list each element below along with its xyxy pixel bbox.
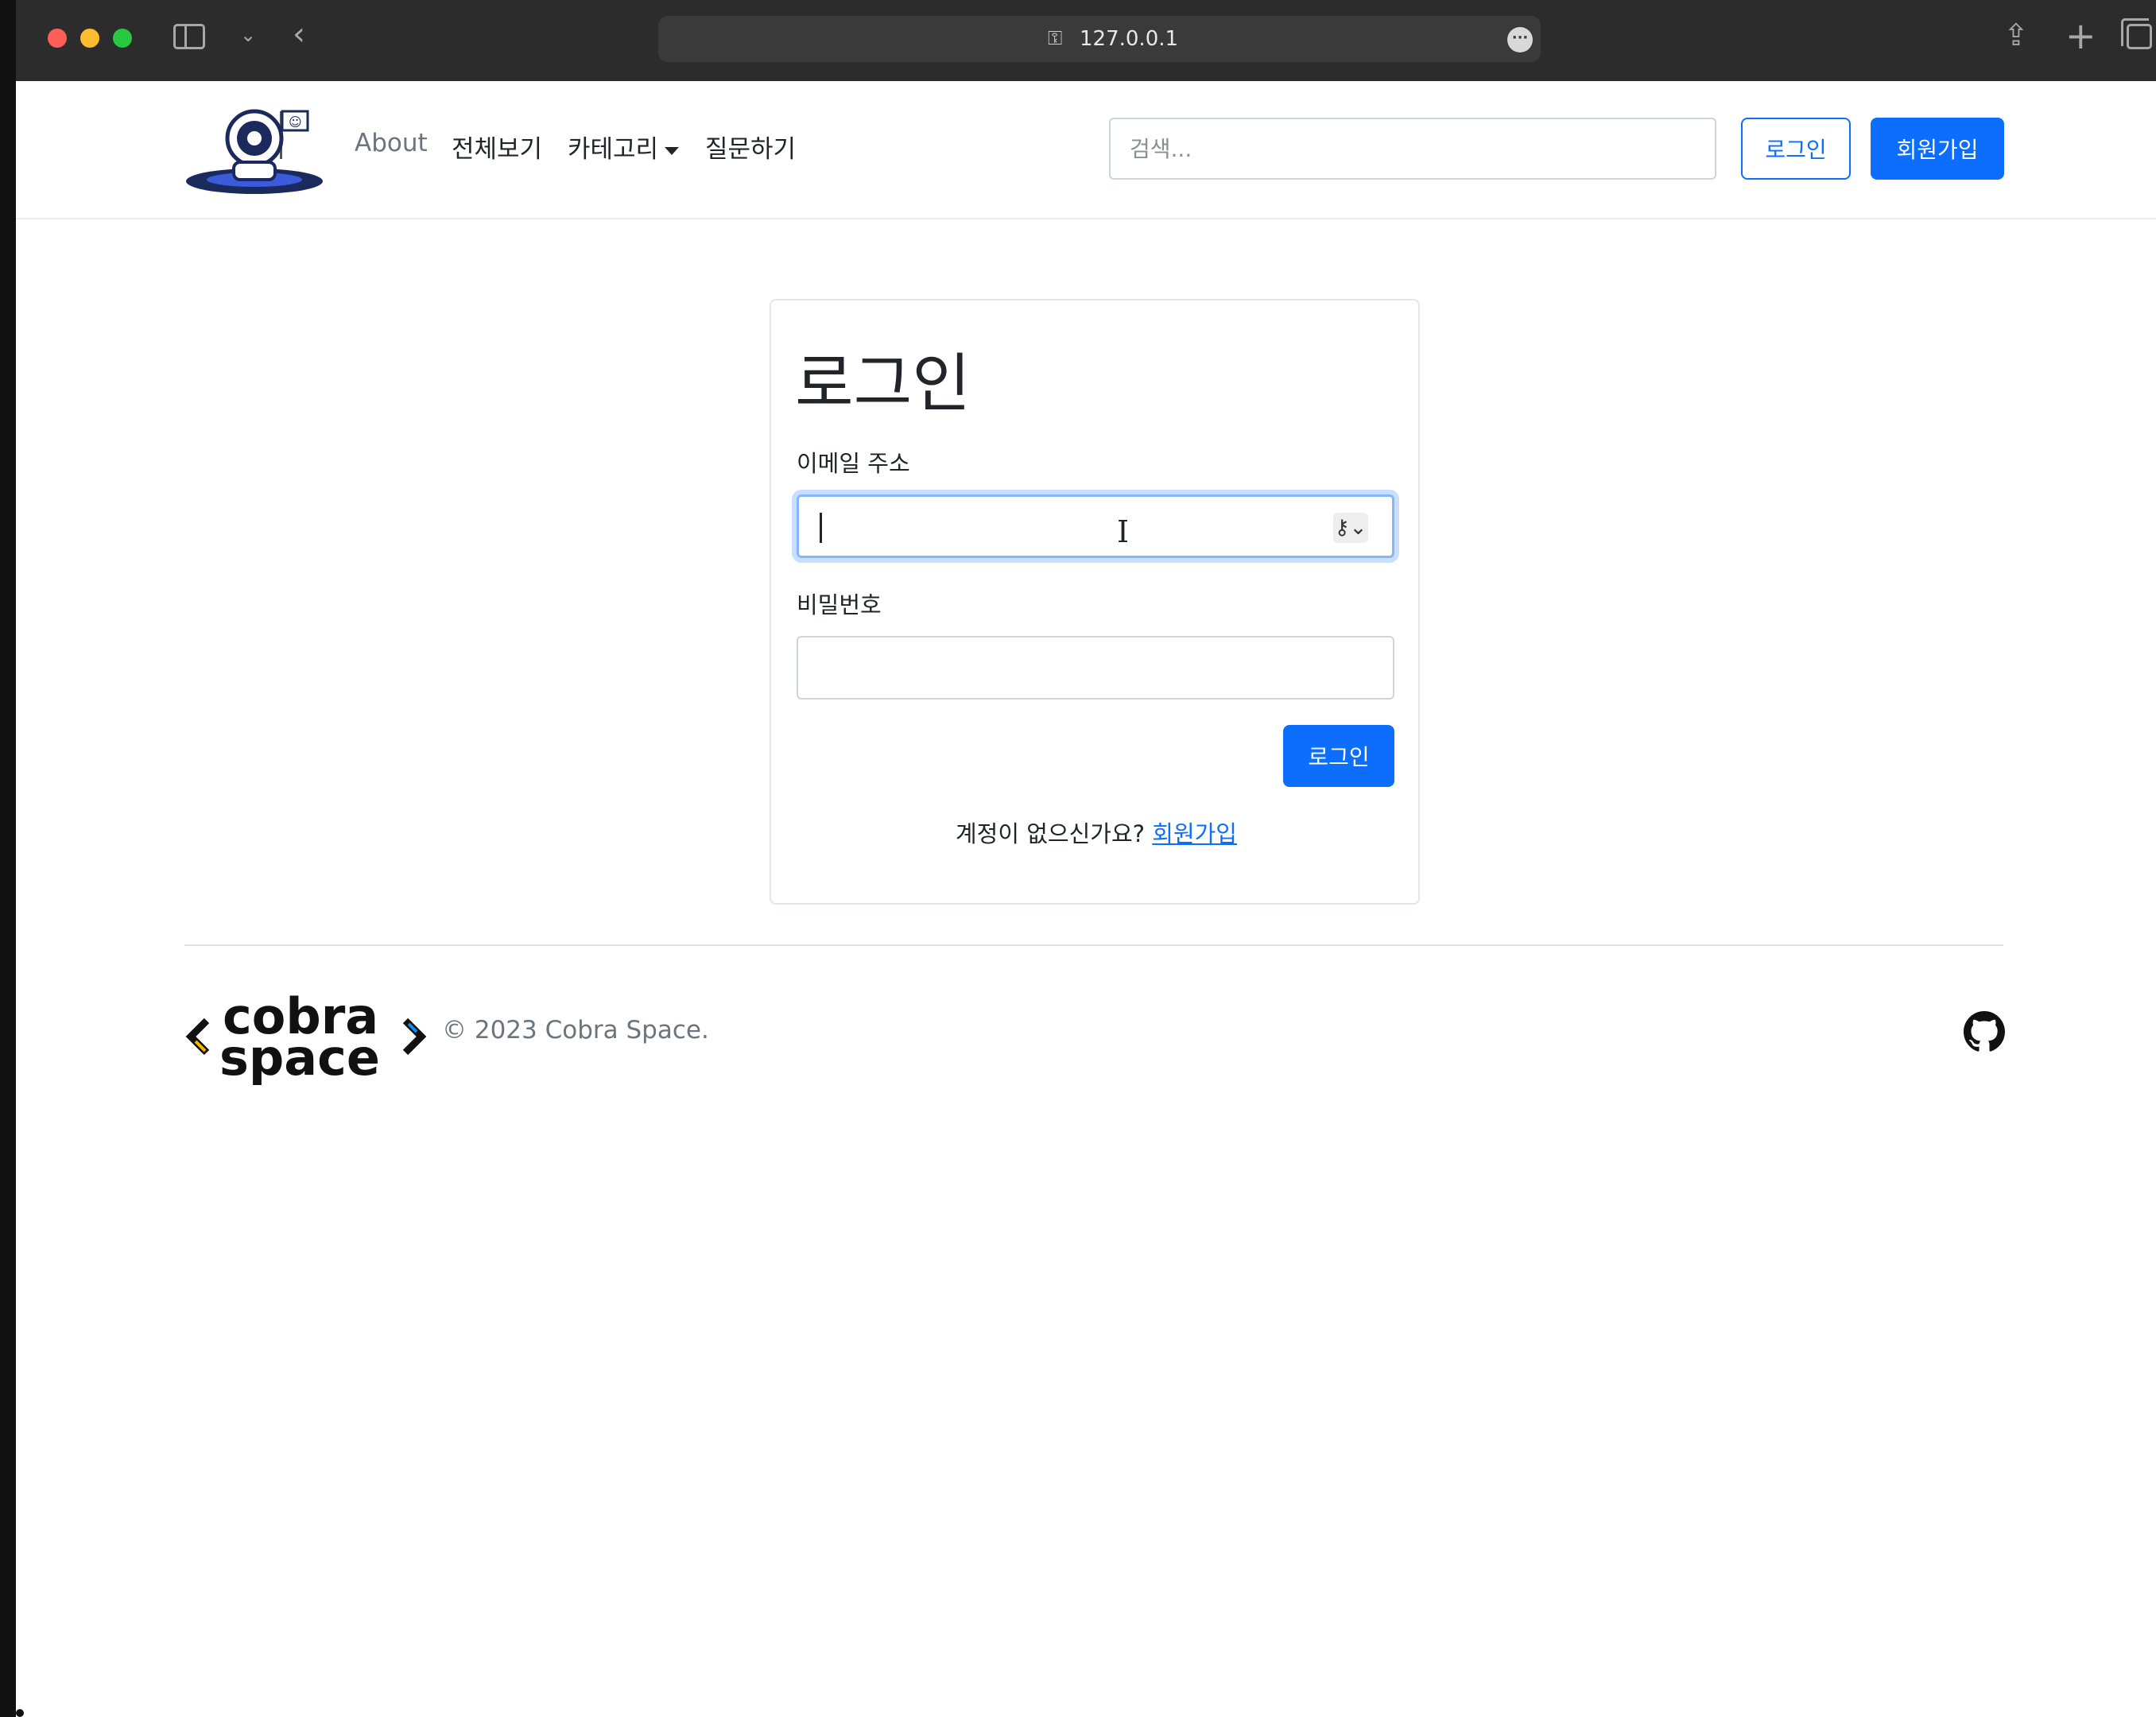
site-navbar: ☺ About 전체보기 카테고리 질문하기 로그인 회원가입 xyxy=(16,81,2156,219)
window-edge xyxy=(0,0,16,1717)
email-label: 이메일 주소 xyxy=(797,450,910,477)
ibeam-cursor-icon: I xyxy=(1117,514,1130,549)
login-card: 로그인 이메일 주소 I ⚷⌄ 비밀번호 로그인 계정이 없으신가요? 회원가입 xyxy=(770,299,1420,905)
footer-divider xyxy=(184,944,2003,946)
svg-text:☺: ☺ xyxy=(289,114,302,130)
login-submit-button[interactable]: 로그인 xyxy=(1283,725,1394,787)
astronaut-logo[interactable]: ☺ xyxy=(184,103,332,196)
copyright-text: © 2023 Cobra Space. xyxy=(442,1016,709,1045)
browser-toolbar: ⌄ ‹ ⚿ 127.0.0.1 ··· ⇪ + xyxy=(16,0,2156,81)
chevron-down-icon[interactable]: ⌄ xyxy=(240,24,256,46)
page-title: 로그인 xyxy=(795,347,971,421)
minimize-window-button[interactable] xyxy=(80,29,99,48)
back-arrow-icon[interactable]: ‹ xyxy=(293,16,305,52)
key-icon[interactable]: ⚷⌄ xyxy=(1333,513,1368,543)
zoom-window-button[interactable] xyxy=(113,29,132,48)
url-text[interactable]: 127.0.0.1 xyxy=(1080,27,1178,51)
password-field[interactable] xyxy=(797,636,1394,700)
cobra-space-logo[interactable]: cobra space xyxy=(184,986,428,1089)
lock-icon: ⚿ xyxy=(1048,27,1063,49)
search-input[interactable] xyxy=(1109,118,1716,180)
password-label: 비밀번호 xyxy=(797,591,882,618)
address-bar[interactable]: ⚿ 127.0.0.1 ··· xyxy=(658,16,1541,62)
nav-view-all[interactable]: 전체보기 xyxy=(452,129,542,165)
tabs-overview-icon[interactable] xyxy=(2121,18,2152,49)
email-field[interactable]: I ⚷⌄ xyxy=(797,494,1394,558)
nav-about[interactable]: About xyxy=(355,129,428,157)
sidebar-toggle-icon[interactable] xyxy=(173,24,205,49)
signup-link[interactable]: 회원가입 xyxy=(1152,820,1237,847)
share-icon[interactable]: ⇪ xyxy=(2003,17,2029,52)
close-window-button[interactable] xyxy=(48,29,67,48)
nav-ask-question[interactable]: 질문하기 xyxy=(705,129,796,165)
nav-signup-button[interactable]: 회원가입 xyxy=(1871,118,2004,180)
more-icon[interactable]: ··· xyxy=(1507,27,1533,52)
github-icon[interactable] xyxy=(1964,1011,2005,1052)
caret-down-icon xyxy=(665,146,680,155)
text-cursor xyxy=(820,513,822,543)
no-account-text: 계정이 없으신가요? xyxy=(955,820,1146,847)
nav-category-label: 카테고리 xyxy=(568,135,659,164)
nav-login-button[interactable]: 로그인 xyxy=(1741,118,1851,180)
signup-prompt: 계정이 없으신가요? 회원가입 xyxy=(771,816,1421,849)
window-corner xyxy=(16,1709,24,1717)
logo-word-space: space xyxy=(219,1029,380,1087)
new-tab-icon[interactable]: + xyxy=(2065,14,2096,57)
nav-category-dropdown[interactable]: 카테고리 xyxy=(568,129,680,165)
